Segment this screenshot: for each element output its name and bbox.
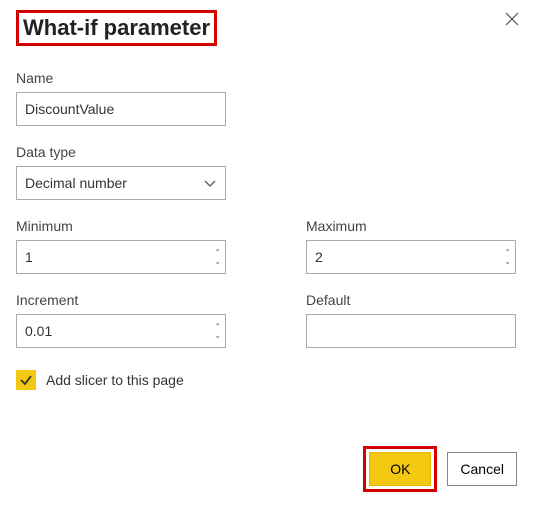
name-input[interactable] — [16, 92, 226, 126]
data-type-label: Data type — [16, 144, 517, 160]
minimum-input[interactable] — [16, 240, 226, 274]
ok-button[interactable]: OK — [369, 452, 431, 486]
name-label: Name — [16, 70, 517, 86]
default-label: Default — [306, 292, 516, 308]
maximum-input[interactable] — [306, 240, 516, 274]
maximum-label: Maximum — [306, 218, 516, 234]
add-slicer-label: Add slicer to this page — [46, 372, 184, 388]
ok-highlight: OK — [363, 446, 437, 492]
add-slicer-checkbox[interactable] — [16, 370, 36, 390]
cancel-button[interactable]: Cancel — [447, 452, 517, 486]
increment-input[interactable] — [16, 314, 226, 348]
increment-label: Increment — [16, 292, 226, 308]
minimum-label: Minimum — [16, 218, 226, 234]
dialog-title: What-if parameter — [21, 13, 212, 43]
title-highlight: What-if parameter — [16, 10, 217, 46]
close-icon[interactable] — [505, 10, 519, 31]
data-type-select[interactable] — [16, 166, 226, 200]
default-input[interactable] — [306, 314, 516, 348]
